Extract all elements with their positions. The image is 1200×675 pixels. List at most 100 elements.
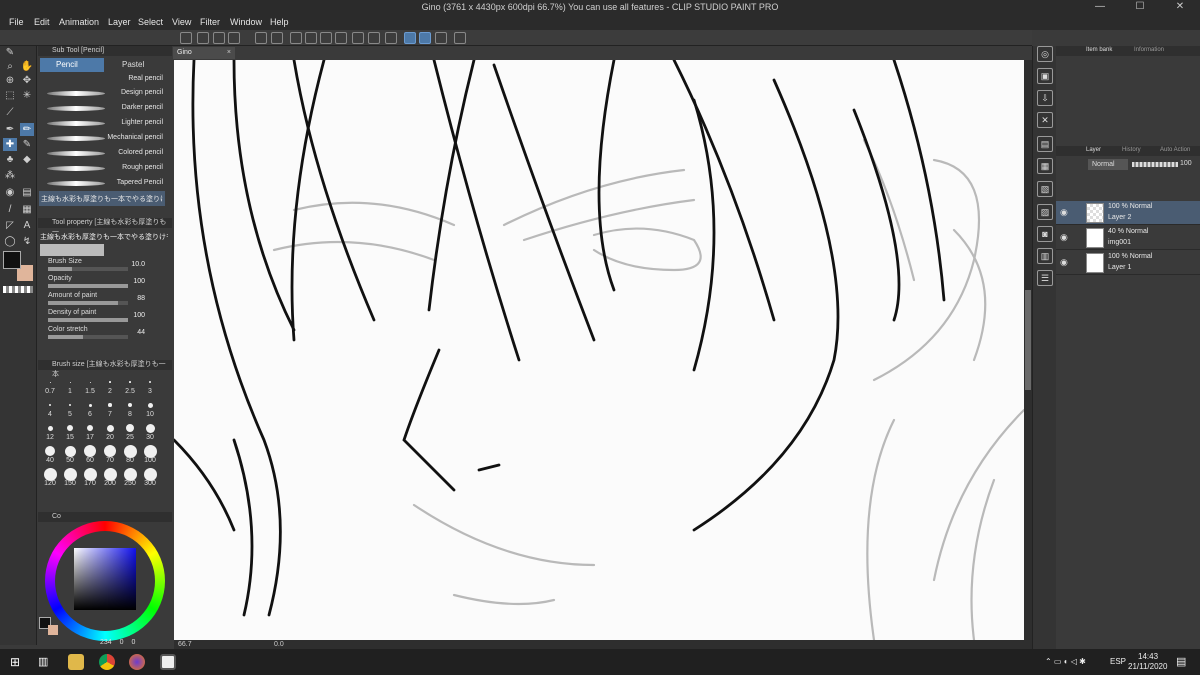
brush-size-dot[interactable]: [67, 425, 73, 431]
brush-size-dot[interactable]: [89, 381, 91, 383]
layer-row-img001[interactable]: ◉ 40 % Normal img001: [1056, 226, 1200, 250]
airbrush-icon[interactable]: ✎: [20, 138, 34, 151]
pen-icon[interactable]: ✎: [3, 46, 17, 59]
sparkle-icon[interactable]: ✳: [20, 89, 34, 102]
figure-icon[interactable]: /: [3, 203, 17, 216]
color-stretch-slider[interactable]: Color stretch 44: [41, 326, 165, 342]
brush-size-dot[interactable]: [49, 381, 51, 383]
tab-history[interactable]: History: [1122, 147, 1141, 153]
brush-design-pencil[interactable]: Design pencil: [39, 86, 165, 101]
blend-icon[interactable]: ⁂: [3, 169, 17, 182]
pencil-tool-icon[interactable]: ✏: [20, 123, 34, 136]
brush-lighter-pencil[interactable]: Lighter pencil: [39, 116, 165, 131]
correct-line-icon[interactable]: ↯: [20, 235, 34, 248]
menu-layer[interactable]: Layer: [108, 17, 131, 27]
brush-rough-pencil[interactable]: Rough pencil: [39, 161, 165, 176]
fill-tool-icon[interactable]: ◉: [3, 186, 17, 199]
visibility-eye-icon[interactable]: ◉: [1060, 232, 1068, 243]
brush-tapered-pencil[interactable]: Tapered Pencil: [39, 176, 165, 191]
menu-animation[interactable]: Animation: [59, 17, 99, 27]
brush-size-dot[interactable]: [64, 445, 76, 457]
camera-icon[interactable]: ◙: [1037, 226, 1053, 242]
brush-size-dot[interactable]: [104, 445, 116, 457]
menu-window[interactable]: Window: [230, 17, 262, 27]
brush-size-dot[interactable]: [145, 423, 155, 433]
brush-size-dot[interactable]: [109, 381, 111, 383]
density-of-paint-slider[interactable]: Density of paint 100: [41, 309, 165, 325]
selection-icon[interactable]: ⬚: [3, 89, 17, 102]
brush-size-dot[interactable]: [88, 403, 92, 407]
clip-studio-icon[interactable]: [454, 32, 466, 44]
brush-size-dot[interactable]: [129, 381, 131, 383]
color-bg-mini[interactable]: [48, 625, 58, 635]
brush-size-dot[interactable]: [103, 467, 117, 481]
windows-start-icon[interactable]: ⊞: [10, 654, 26, 670]
timeline-icon[interactable]: ▥: [1037, 248, 1053, 264]
navigator-icon[interactable]: ◎: [1037, 46, 1053, 62]
brush-size-dot[interactable]: [128, 403, 132, 407]
clear-icon[interactable]: [368, 32, 380, 44]
operation-icon[interactable]: ⊕: [3, 74, 17, 87]
clock-time[interactable]: 14:43: [1138, 652, 1158, 661]
brush-size-dot[interactable]: [149, 381, 151, 383]
canvas-vertical-scrollbar[interactable]: [1024, 60, 1032, 640]
snap-grid-icon[interactable]: [435, 32, 447, 44]
eyedropper-icon[interactable]: ⟋: [3, 106, 17, 119]
export-icon[interactable]: ⇩: [1037, 90, 1053, 106]
saturation-value-square[interactable]: [74, 548, 136, 610]
blend-mode-select[interactable]: Normal: [1088, 159, 1128, 170]
brush-mechanical-pencil[interactable]: Mechanical pencil: [39, 131, 165, 146]
zoom-icon[interactable]: ⌕: [3, 60, 17, 73]
brush-darker-pencil[interactable]: Darker pencil: [39, 101, 165, 116]
list-icon[interactable]: ☰: [1037, 270, 1053, 286]
tab-layer[interactable]: Layer: [1086, 147, 1101, 153]
select-all-icon[interactable]: [305, 32, 317, 44]
notifications-icon[interactable]: ▤: [1176, 655, 1186, 668]
visibility-eye-icon[interactable]: ◉: [1060, 207, 1068, 218]
pen-tool-icon[interactable]: ✒: [3, 123, 17, 136]
amount-of-paint-slider[interactable]: Amount of paint 88: [41, 292, 165, 308]
brush-size-dot[interactable]: [83, 467, 97, 481]
minimize-button[interactable]: —: [1080, 0, 1120, 15]
layer-property-icon[interactable]: ▣: [1037, 68, 1053, 84]
print-icon[interactable]: [228, 32, 240, 44]
gradient-icon[interactable]: ▤: [20, 186, 34, 199]
chrome-icon[interactable]: [99, 654, 115, 670]
clear-selection-icon[interactable]: [290, 32, 302, 44]
transparent-color-swatch[interactable]: [3, 286, 33, 293]
snap-ruler-icon[interactable]: [404, 32, 416, 44]
layer-opacity-value[interactable]: 100: [1180, 160, 1192, 167]
text-icon[interactable]: A: [20, 219, 34, 232]
brush-size-dot[interactable]: [43, 467, 57, 481]
brush-size-dot[interactable]: [84, 445, 96, 457]
clip-studio-taskbar-icon[interactable]: [160, 654, 176, 670]
ruler-icon[interactable]: ◸: [3, 219, 17, 232]
brush-tool-icon[interactable]: ✚: [3, 138, 17, 151]
redo-icon[interactable]: [271, 32, 283, 44]
eraser-icon[interactable]: ◆: [20, 153, 34, 166]
drawing-canvas[interactable]: [174, 60, 1024, 640]
layer-search-icon[interactable]: ▦: [1037, 158, 1053, 174]
brush-size-dot[interactable]: [47, 425, 53, 431]
angle-readout[interactable]: 0.0: [274, 641, 284, 648]
menu-filter[interactable]: Filter: [200, 17, 220, 27]
menu-view[interactable]: View: [172, 17, 191, 27]
tray-icons[interactable]: ⌃ ▭ ◐ ◁ ✱: [1045, 657, 1086, 666]
clear-outside-icon[interactable]: [385, 32, 397, 44]
brush-colored-pencil[interactable]: Colored pencil: [39, 146, 165, 161]
brush-size-dot[interactable]: [147, 402, 153, 408]
undo-icon[interactable]: [255, 32, 267, 44]
balloon-icon[interactable]: ◯: [3, 235, 17, 248]
menu-help[interactable]: Help: [270, 17, 289, 27]
visibility-eye-icon[interactable]: ◉: [1060, 257, 1068, 268]
brush-size-dot[interactable]: [63, 467, 77, 481]
close-button[interactable]: ✕: [1160, 0, 1200, 15]
animation-icon[interactable]: ▧: [1037, 181, 1053, 197]
firefox-icon[interactable]: [129, 654, 145, 670]
tab-information[interactable]: Information: [1134, 47, 1164, 53]
brush-size-dot[interactable]: [126, 424, 134, 432]
brush-size-dot[interactable]: [49, 404, 51, 406]
layer-opacity-slider[interactable]: [1132, 162, 1178, 167]
frame-icon[interactable]: ▦: [20, 203, 34, 216]
foreground-color-swatch[interactable]: [3, 251, 21, 269]
